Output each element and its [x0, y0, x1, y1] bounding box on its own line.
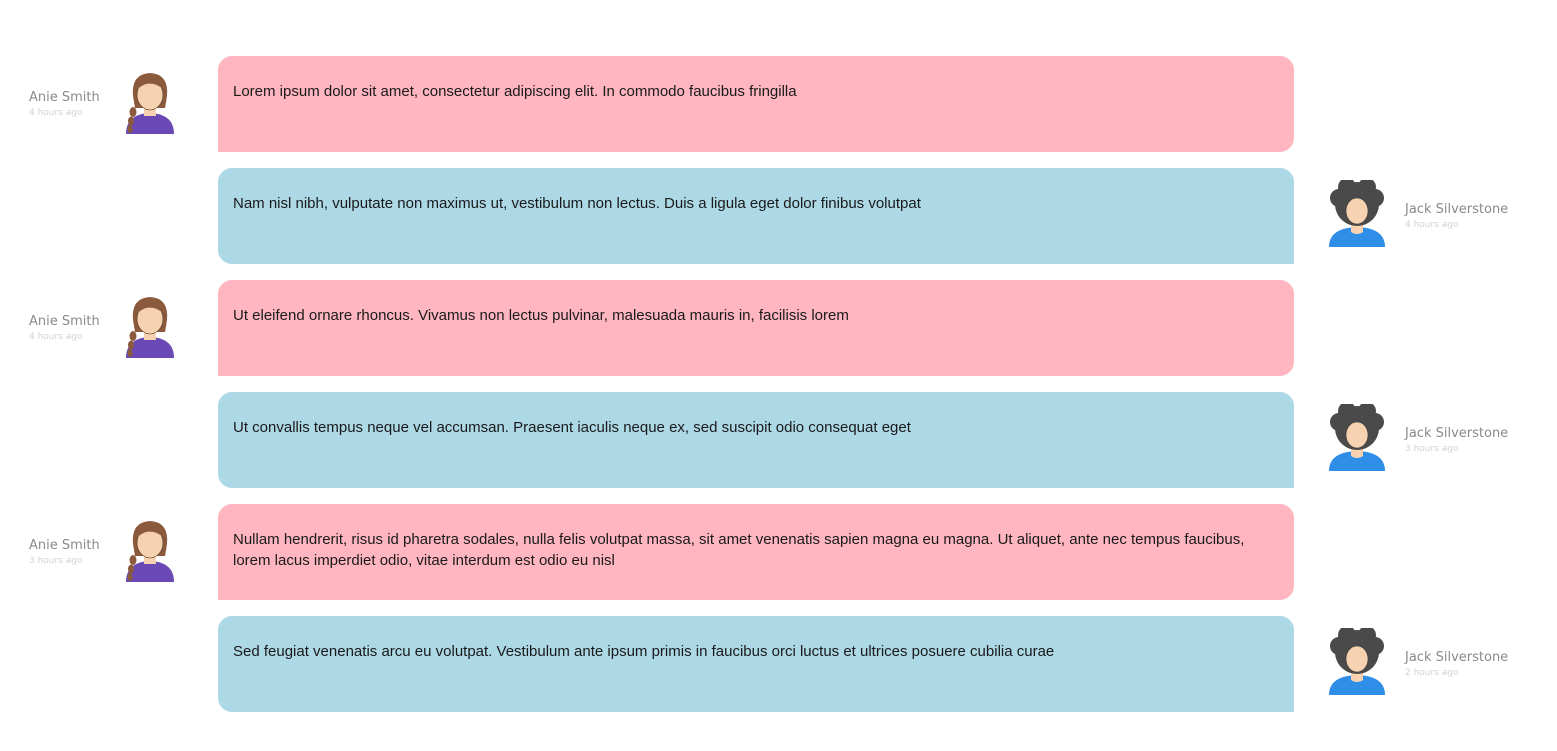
- author-name: Jack Silverstone: [1405, 426, 1509, 441]
- male-avatar-icon: [1325, 178, 1389, 248]
- message-bubble: Ut eleifend ornare rhoncus. Vivamus non …: [218, 280, 1294, 376]
- message-meta: Jack Silverstone 4 hours ago: [1405, 202, 1508, 230]
- female-avatar-icon: [118, 516, 182, 584]
- female-avatar-icon: [118, 292, 182, 360]
- message-time: 2 hours ago: [1405, 668, 1459, 678]
- chat-message: Sed feugiat venenatis arcu eu volutpat. …: [0, 616, 1557, 712]
- message-time: 3 hours ago: [1405, 444, 1459, 454]
- author-name: Anie Smith: [29, 538, 100, 553]
- author-name: Anie Smith: [29, 314, 100, 329]
- chat-message: Anie Smith 4 hours ago Ut eleifend ornar…: [0, 280, 1557, 376]
- message-time: 4 hours ago: [29, 332, 83, 342]
- author-name: Anie Smith: [29, 90, 100, 105]
- message-time: 4 hours ago: [1405, 220, 1459, 230]
- female-avatar-icon: [118, 68, 182, 136]
- message-meta: Jack Silverstone 2 hours ago: [1405, 650, 1508, 678]
- male-avatar-icon: [1325, 626, 1389, 696]
- message-meta: Anie Smith 3 hours ago: [29, 538, 104, 566]
- author-name: Jack Silverstone: [1405, 650, 1509, 665]
- message-meta: Anie Smith 4 hours ago: [29, 90, 104, 118]
- message-bubble: Nam nisl nibh, vulputate non maximus ut,…: [218, 168, 1294, 264]
- message-bubble: Nullam hendrerit, risus id pharetra soda…: [218, 504, 1294, 600]
- message-bubble: Lorem ipsum dolor sit amet, consectetur …: [218, 56, 1294, 152]
- chat-message: Ut convallis tempus neque vel accumsan. …: [0, 392, 1557, 488]
- chat-message: Nam nisl nibh, vulputate non maximus ut,…: [0, 168, 1557, 264]
- message-meta: Jack Silverstone 3 hours ago: [1405, 426, 1508, 454]
- message-time: 4 hours ago: [29, 108, 83, 118]
- message-meta: Anie Smith 4 hours ago: [29, 314, 104, 342]
- chat-thread: Anie Smith 4 hours ago Lorem ipsum dolor…: [0, 56, 1557, 728]
- chat-message: Anie Smith 3 hours ago Nullam hendrerit,…: [0, 504, 1557, 600]
- chat-message: Anie Smith 4 hours ago Lorem ipsum dolor…: [0, 56, 1557, 152]
- message-bubble: Sed feugiat venenatis arcu eu volutpat. …: [218, 616, 1294, 712]
- message-bubble: Ut convallis tempus neque vel accumsan. …: [218, 392, 1294, 488]
- message-time: 3 hours ago: [29, 556, 83, 566]
- male-avatar-icon: [1325, 402, 1389, 472]
- author-name: Jack Silverstone: [1405, 202, 1509, 217]
